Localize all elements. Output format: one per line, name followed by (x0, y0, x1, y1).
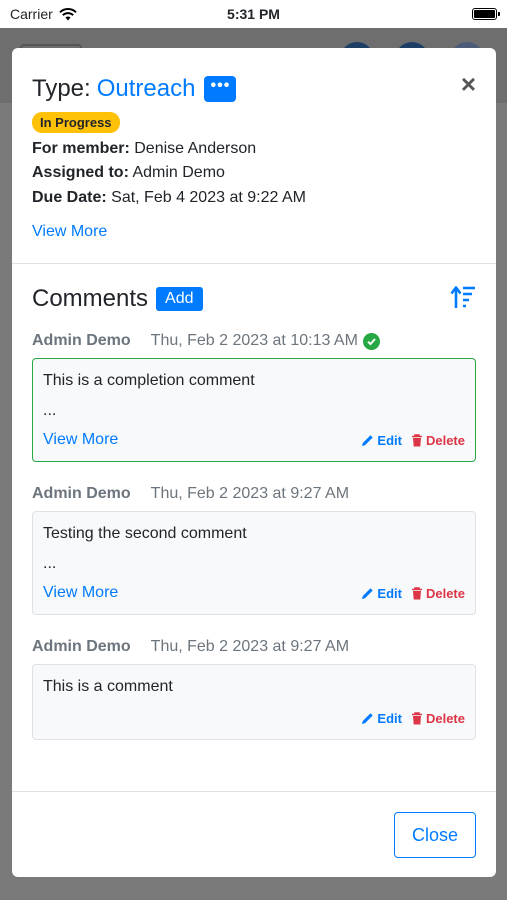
check-circle-icon (362, 332, 380, 350)
comment-text: This is a comment (43, 678, 173, 695)
assigned-row: Assigned to: Admin Demo (32, 161, 476, 185)
comment-footer: Edit Delete (43, 707, 465, 729)
delete-label: Delete (425, 710, 465, 726)
pencil-icon (362, 587, 374, 599)
comment-text: This is a completion comment (43, 372, 255, 389)
comment-box: This is a comment Edit Delete (32, 664, 476, 740)
edit-comment-button[interactable]: Edit (361, 711, 402, 726)
comment-ellipsis: ... (43, 555, 57, 572)
more-options-button[interactable]: ••• (204, 76, 237, 102)
comment-view-more-link[interactable]: View More (43, 431, 118, 449)
comment-date: Thu, Feb 2 2023 at 9:27 AM (150, 638, 350, 655)
comment-item: Admin Demo Thu, Feb 2 2023 at 10:13 AM T… (32, 331, 476, 462)
task-detail-modal: Type: Outreach ••• × In Progress For mem… (12, 48, 496, 877)
comment-item: Admin Demo Thu, Feb 2 2023 at 9:27 AM Th… (32, 637, 476, 740)
edit-comment-button[interactable]: Edit (361, 586, 402, 601)
comment-item: Admin Demo Thu, Feb 2 2023 at 9:27 AM Te… (32, 484, 476, 615)
carrier-label: Carrier (10, 6, 53, 22)
status-bar: Carrier 5:31 PM (0, 0, 507, 28)
comment-meta: Admin Demo Thu, Feb 2 2023 at 9:27 AM (32, 484, 476, 504)
add-comment-button[interactable]: Add (156, 287, 203, 311)
comment-footer: View More Edit Delete (43, 582, 465, 604)
close-button[interactable]: Close (394, 812, 476, 858)
comment-date: Thu, Feb 2 2023 at 9:27 AM (150, 485, 350, 502)
comment-author: Admin Demo (32, 332, 131, 349)
comments-section: Comments Add Admin Demo Thu, Feb 2 2023 … (12, 264, 496, 792)
comment-author: Admin Demo (32, 638, 131, 655)
comment-actions: Edit Delete (361, 711, 465, 726)
trash-icon (411, 586, 422, 599)
wifi-icon (59, 7, 77, 20)
assigned-value: Admin Demo (132, 164, 225, 181)
comment-ellipsis: ... (43, 402, 57, 419)
comment-box: Testing the second comment ... View More… (32, 511, 476, 615)
edit-comment-button[interactable]: Edit (361, 433, 402, 448)
delete-label: Delete (425, 432, 465, 448)
comment-author: Admin Demo (32, 485, 131, 502)
edit-label: Edit (377, 585, 402, 601)
status-left: Carrier (10, 6, 77, 22)
delete-label: Delete (425, 585, 465, 601)
comment-actions: Edit Delete (361, 433, 465, 448)
due-date-value: Sat, Feb 4 2023 at 9:22 AM (111, 189, 306, 206)
modal-header: Type: Outreach ••• × In Progress For mem… (12, 48, 496, 264)
member-label: For member: (32, 140, 130, 157)
trash-icon (411, 711, 422, 724)
battery-icon (472, 8, 500, 20)
pencil-icon (362, 434, 374, 446)
due-date-label: Due Date: (32, 189, 107, 206)
modal-footer: Close (12, 792, 496, 876)
comments-title: Comments (32, 285, 149, 312)
due-date-row: Due Date: Sat, Feb 4 2023 at 9:22 AM (32, 186, 476, 210)
edit-label: Edit (377, 432, 402, 448)
trash-icon (411, 433, 422, 446)
pencil-icon (362, 712, 374, 724)
type-label: Type: (32, 75, 91, 102)
comment-actions: Edit Delete (361, 586, 465, 601)
comment-date: Thu, Feb 2 2023 at 10:13 AM (150, 332, 358, 349)
comment-footer: View More Edit Delete (43, 429, 465, 451)
comment-box: This is a completion comment ... View Mo… (32, 358, 476, 462)
assigned-label: Assigned to: (32, 164, 129, 181)
delete-comment-button[interactable]: Delete (411, 586, 465, 601)
comment-meta: Admin Demo Thu, Feb 2 2023 at 9:27 AM (32, 637, 476, 657)
modal-title: Type: Outreach ••• (32, 74, 476, 104)
status-badge: In Progress (32, 112, 120, 133)
member-row: For member: Denise Anderson (32, 137, 476, 161)
delete-comment-button[interactable]: Delete (411, 433, 465, 448)
comment-text: Testing the second comment (43, 525, 247, 542)
member-value: Denise Anderson (134, 140, 257, 157)
sort-icon[interactable] (450, 284, 476, 310)
delete-comment-button[interactable]: Delete (411, 711, 465, 726)
comment-view-more-link[interactable]: View More (43, 584, 118, 602)
view-more-link[interactable]: View More (32, 223, 476, 241)
close-icon[interactable]: × (461, 71, 476, 97)
comments-header: Comments Add (32, 284, 476, 314)
type-value[interactable]: Outreach (97, 74, 196, 104)
task-info: For member: Denise Anderson Assigned to:… (32, 137, 476, 210)
edit-label: Edit (377, 710, 402, 726)
comment-meta: Admin Demo Thu, Feb 2 2023 at 10:13 AM (32, 331, 476, 351)
